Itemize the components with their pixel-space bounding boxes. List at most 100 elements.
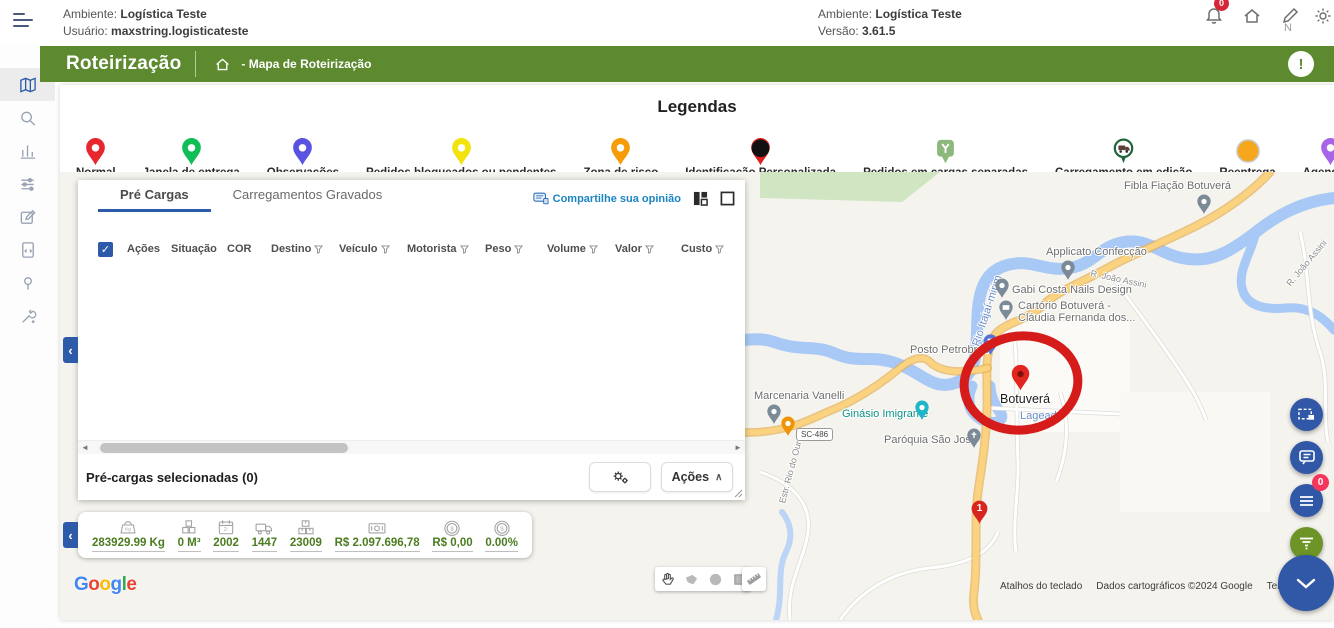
legend-pin-icon	[609, 138, 632, 166]
filter-icon[interactable]	[314, 245, 323, 254]
ambiente-value: Logística Teste	[120, 7, 206, 21]
fab-selection-tool[interactable]	[1290, 398, 1323, 431]
hamburger-menu-icon[interactable]	[13, 13, 35, 31]
map-pin-gabi-icon[interactable]	[994, 278, 1010, 299]
filter-icon[interactable]	[715, 245, 724, 254]
filter-icon[interactable]	[589, 245, 598, 254]
expand-square-icon[interactable]	[720, 191, 735, 206]
totals-stats-bar: ‹ Kg283929.99 Kg0 M³2:2002144723009R$ 2.…	[78, 512, 532, 558]
usuario-value: maxstring.logisticateste	[111, 24, 248, 38]
svg-text:$: $	[500, 526, 504, 532]
map-pin-applicato-icon[interactable]	[1060, 260, 1076, 281]
stat-value[interactable]: 0 M³	[178, 538, 201, 553]
document-code-icon	[19, 241, 37, 259]
cartography-credit: Dados cartográficos ©2024 Google	[1096, 581, 1252, 592]
map-pin-cartorio-icon[interactable]	[998, 300, 1014, 321]
table-body-empty	[78, 262, 745, 440]
sidebar-item-compose-icon[interactable]	[0, 200, 55, 233]
filter-funnel-icon	[1299, 537, 1314, 550]
map-pin-fibla-icon[interactable]	[1196, 194, 1212, 215]
map-pin-restaurant-icon[interactable]	[780, 416, 796, 437]
filter-icon[interactable]	[381, 245, 390, 254]
map-pin-ginasio-icon[interactable]	[914, 400, 930, 421]
stat-value[interactable]: 2002	[213, 538, 239, 553]
stat-value[interactable]: 283929.99 Kg	[92, 538, 165, 553]
sidebar-item-tools-icon[interactable]	[0, 299, 55, 332]
scrollbar-thumb[interactable]	[100, 443, 348, 453]
filter-icon[interactable]	[514, 245, 523, 254]
fab-chat[interactable]	[1290, 441, 1323, 474]
cubes-icon	[179, 518, 199, 536]
panel-collapse-button[interactable]: ‹	[63, 337, 78, 363]
location-pin-icon	[19, 274, 37, 292]
filter-icon[interactable]	[645, 245, 654, 254]
map-icon	[19, 76, 37, 94]
breadcrumb-home-icon[interactable]	[214, 56, 231, 73]
stat-weight: Kg283929.99 Kg	[92, 518, 165, 553]
legend-pin-icon	[1112, 138, 1135, 166]
stat-value[interactable]: 0.00%	[485, 538, 518, 553]
versao-label: Versão:	[818, 24, 859, 38]
column-label: Destino	[271, 243, 311, 255]
scroll-right-arrow[interactable]: ►	[731, 443, 745, 452]
bar-chart-icon	[19, 142, 37, 160]
road-shield: SC-486	[796, 428, 833, 441]
version-info: Ambiente: Logística Teste Versão: 3.61.5	[818, 6, 962, 40]
map-label-fibla: Fibla Fiação Botuverá	[1124, 180, 1231, 192]
scroll-left-arrow[interactable]: ◄	[78, 443, 92, 452]
polygon-tool[interactable]	[679, 567, 703, 591]
stat-value[interactable]: 23009	[290, 538, 322, 553]
environment-info: Ambiente: Logística Teste Usuário: maxst…	[63, 6, 248, 40]
google-logo[interactable]: Google	[74, 574, 136, 596]
calendar-icon: 2:	[216, 518, 236, 536]
filter-icon[interactable]	[460, 245, 469, 254]
selection-rectangle-icon	[1298, 407, 1315, 422]
stat-value[interactable]: R$ 2.097.696,78	[335, 538, 420, 553]
map-pin-numbered-icon[interactable]: 1	[970, 500, 989, 525]
divider	[195, 51, 196, 77]
acoes-button-label: Ações	[672, 470, 710, 484]
versao-value: 3.61.5	[862, 24, 895, 38]
panel-resize-handle[interactable]	[734, 489, 743, 498]
select-all-checkbox[interactable]: ✓	[98, 242, 113, 257]
tab-carregamentos-gravados[interactable]: Carregamentos Gravados	[211, 179, 405, 212]
home-icon[interactable]	[1242, 6, 1262, 26]
stat-value[interactable]: 1447	[252, 538, 278, 553]
sidebar-item-search-icon[interactable]	[0, 101, 55, 134]
column-label: COR	[227, 243, 251, 255]
settings-gear-icon[interactable]	[1313, 6, 1333, 26]
column-label: Custo	[681, 243, 712, 255]
sidebar-item-document-code-icon[interactable]	[0, 233, 55, 266]
fab-expand-down[interactable]	[1278, 555, 1334, 611]
coin-icon: $	[442, 518, 462, 536]
svg-text:2:: 2:	[224, 527, 228, 533]
svg-text:$: $	[451, 526, 455, 532]
map-label-cartorio-1: Cartório Botuverá -	[1018, 300, 1111, 312]
horizontal-scrollbar[interactable]: ◄ ►	[78, 440, 745, 454]
left-sidebar	[0, 46, 55, 628]
measure-ruler-tool[interactable]	[742, 567, 766, 591]
module-nav-bar: Roteirização - Mapa de Roteirização !	[40, 46, 1334, 82]
alert-button[interactable]: !	[1288, 51, 1314, 77]
stats-collapse-button[interactable]: ‹	[63, 522, 78, 548]
acoes-button[interactable]: Ações ∧	[661, 462, 733, 492]
settings-gears-button[interactable]	[589, 462, 651, 492]
feedback-link[interactable]: Compartilhe sua opinião	[533, 192, 681, 205]
column-header-destino: Destino	[271, 243, 339, 255]
sidebar-item-bar-chart-icon[interactable]	[0, 134, 55, 167]
tab-pre-cargas[interactable]: Pré Cargas	[98, 179, 211, 212]
circle-tool[interactable]	[703, 567, 727, 591]
feedback-link-label: Compartilhe sua opinião	[553, 193, 681, 205]
panel-footer: Pré-cargas selecionadas (0) Ações ∧	[78, 454, 745, 500]
sidebar-item-sliders-icon[interactable]	[0, 167, 55, 200]
keyboard-shortcuts-link[interactable]: Atalhos do teclado	[1000, 581, 1082, 592]
layout-grid-icon[interactable]	[693, 191, 708, 206]
chevron-up-icon: ∧	[715, 472, 722, 483]
sidebar-item-location-pin-icon[interactable]	[0, 266, 55, 299]
stat-value[interactable]: R$ 0,00	[432, 538, 472, 553]
column-header-motorista: Motorista	[407, 243, 485, 255]
pan-hand-tool[interactable]	[655, 567, 679, 591]
sliders-icon	[19, 175, 37, 193]
scrollbar-track[interactable]	[92, 441, 731, 455]
column-header-valor: Valor	[615, 243, 681, 255]
